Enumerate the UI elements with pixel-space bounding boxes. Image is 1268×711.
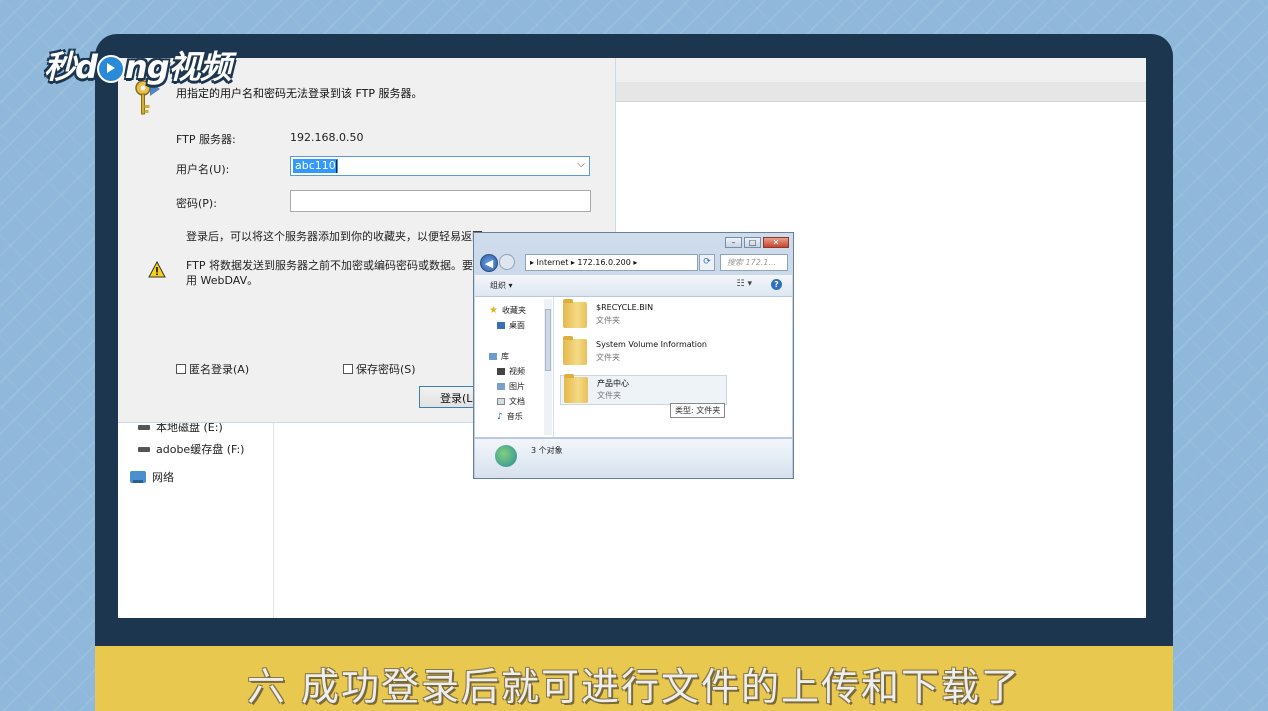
refresh-icon[interactable]: ⟳ xyxy=(699,254,715,271)
subtitle-text: 六 成功登录后就可进行文件的上传和下载了 xyxy=(246,665,1022,709)
picture-icon xyxy=(497,383,505,390)
password-field[interactable] xyxy=(290,190,591,212)
close-icon[interactable]: ✕ xyxy=(763,237,789,248)
network-icon xyxy=(130,471,146,483)
warning-text: FTP 将数据发送到服务器之前不加密或编码密码或数据。要保 用 WebDAV。 xyxy=(186,258,484,288)
warning-line-2: 用 WebDAV。 xyxy=(186,274,259,287)
folder-icon xyxy=(564,374,588,403)
list-item[interactable]: 产品中心 文件夹 xyxy=(560,374,727,405)
logo: 秒d ng视频 xyxy=(44,42,232,88)
nav-label: 音乐 xyxy=(506,412,523,421)
video-icon xyxy=(497,368,505,375)
nav-item-drive-f[interactable]: adobe缓存盘 (F:) xyxy=(138,441,244,457)
desktop-icon xyxy=(497,322,505,329)
nav-library[interactable]: 库 xyxy=(489,351,509,362)
background-nav-pane: 本地磁盘 (E:) adobe缓存盘 (F:) 网络 xyxy=(118,416,274,618)
nav-label: 收藏夹 xyxy=(501,306,526,315)
search-input[interactable]: 搜索 172.1... xyxy=(720,254,788,271)
music-icon: ♪ xyxy=(497,411,503,422)
subtitle-bar: 六 成功登录后就可进行文件的上传和下载了 xyxy=(95,646,1173,711)
object-count: 3 个对象 xyxy=(531,446,563,455)
warning-icon xyxy=(148,261,166,278)
text-cursor xyxy=(336,160,337,173)
back-arrow-icon[interactable]: ◀ xyxy=(480,254,498,272)
server-label: FTP 服务器: xyxy=(176,133,236,146)
document-icon xyxy=(497,398,505,405)
status-bar: 3 个对象 xyxy=(475,438,792,478)
nav-desktop[interactable]: 桌面 xyxy=(497,320,525,331)
password-label: 密码(P): xyxy=(176,197,217,210)
file-name: $RECYCLE.BIN xyxy=(596,303,654,312)
drive-icon xyxy=(138,424,150,430)
nav-pictures[interactable]: 图片 xyxy=(497,381,525,392)
warning-line-1: FTP 将数据发送到服务器之前不加密或编码密码或数据。要保 xyxy=(186,259,484,272)
file-name: 产品中心 xyxy=(597,379,629,388)
forward-arrow-icon[interactable] xyxy=(499,254,515,270)
help-icon[interactable]: ? xyxy=(771,279,782,290)
file-list: $RECYCLE.BIN 文件夹 System Volume Informati… xyxy=(554,297,792,437)
nav-music[interactable]: ♪ 音乐 xyxy=(497,411,523,422)
save-password-label: 保存密码(S) xyxy=(356,363,416,376)
list-item[interactable]: System Volume Information 文件夹 xyxy=(560,336,730,368)
tooltip: 类型: 文件夹 xyxy=(670,403,726,418)
play-icon xyxy=(96,55,125,83)
anonymous-login-checkbox[interactable]: 匿名登录(A) xyxy=(176,361,249,377)
drive-icon xyxy=(138,446,150,452)
network-globe-icon xyxy=(495,445,517,467)
maximize-icon[interactable]: □ xyxy=(744,237,761,248)
nav-label: 桌面 xyxy=(509,321,525,330)
background-window-toolbar xyxy=(616,58,1146,83)
nav-label: 图片 xyxy=(509,382,525,391)
explorer-window: – □ ✕ ◀ ▸ Internet ▸ 172.16.0.200 ▸ ⟳ 搜索… xyxy=(473,232,794,479)
nav-documents[interactable]: 文档 xyxy=(497,396,525,407)
server-value: 192.168.0.50 xyxy=(290,131,364,144)
file-type: 文件夹 xyxy=(597,391,621,400)
nav-favorites[interactable]: ★ 收藏夹 xyxy=(489,305,526,316)
save-password-checkbox[interactable]: 保存密码(S) xyxy=(343,361,416,377)
scrollbar[interactable] xyxy=(544,299,552,435)
list-item[interactable]: $RECYCLE.BIN 文件夹 xyxy=(560,299,730,331)
background-window-header xyxy=(616,82,1146,102)
window-controls: – □ ✕ xyxy=(725,237,789,248)
nav-item-label: 网络 xyxy=(152,471,174,484)
nav-label: 库 xyxy=(501,352,509,361)
scrollbar-thumb[interactable] xyxy=(545,309,551,371)
file-type: 文件夹 xyxy=(596,316,620,325)
organize-menu[interactable]: 组织 ▾ xyxy=(490,280,513,291)
folder-icon xyxy=(563,336,587,365)
checkbox-box[interactable] xyxy=(343,364,353,374)
views-icon[interactable]: ☷ ▾ xyxy=(737,279,752,289)
file-name: System Volume Information xyxy=(596,340,707,349)
star-icon: ★ xyxy=(489,305,498,316)
nav-label: 视频 xyxy=(509,367,525,376)
nav-item-label: adobe缓存盘 (F:) xyxy=(156,443,245,456)
username-combobox[interactable]: abc110 ⌵ xyxy=(290,156,590,176)
library-icon xyxy=(489,353,497,360)
info-text: 登录后，可以将这个服务器添加到你的收藏夹，以便轻易返回 xyxy=(186,230,483,243)
file-type: 文件夹 xyxy=(596,353,620,362)
folder-icon xyxy=(563,299,587,328)
anonymous-login-label: 匿名登录(A) xyxy=(189,363,250,376)
address-bar[interactable]: ▸ Internet ▸ 172.16.0.200 ▸ xyxy=(525,254,698,271)
chevron-down-icon[interactable]: ⌵ xyxy=(577,159,585,170)
nav-item-network[interactable]: 网络 xyxy=(130,469,174,485)
logo-text-end: ng视频 xyxy=(124,48,232,86)
username-value[interactable]: abc110 xyxy=(293,159,338,173)
nav-label: 文档 xyxy=(509,397,525,406)
navigation-pane: ★ 收藏夹 桌面 库 视频 图片 文档 ♪ 音乐 xyxy=(475,297,554,437)
logo-text-start: 秒d xyxy=(44,48,98,86)
minimize-icon[interactable]: – xyxy=(725,237,742,248)
username-label: 用户名(U): xyxy=(176,163,230,176)
checkbox-box[interactable] xyxy=(176,364,186,374)
command-bar: 组织 ▾ ☷ ▾ ? xyxy=(475,275,792,297)
nav-videos[interactable]: 视频 xyxy=(497,366,525,377)
